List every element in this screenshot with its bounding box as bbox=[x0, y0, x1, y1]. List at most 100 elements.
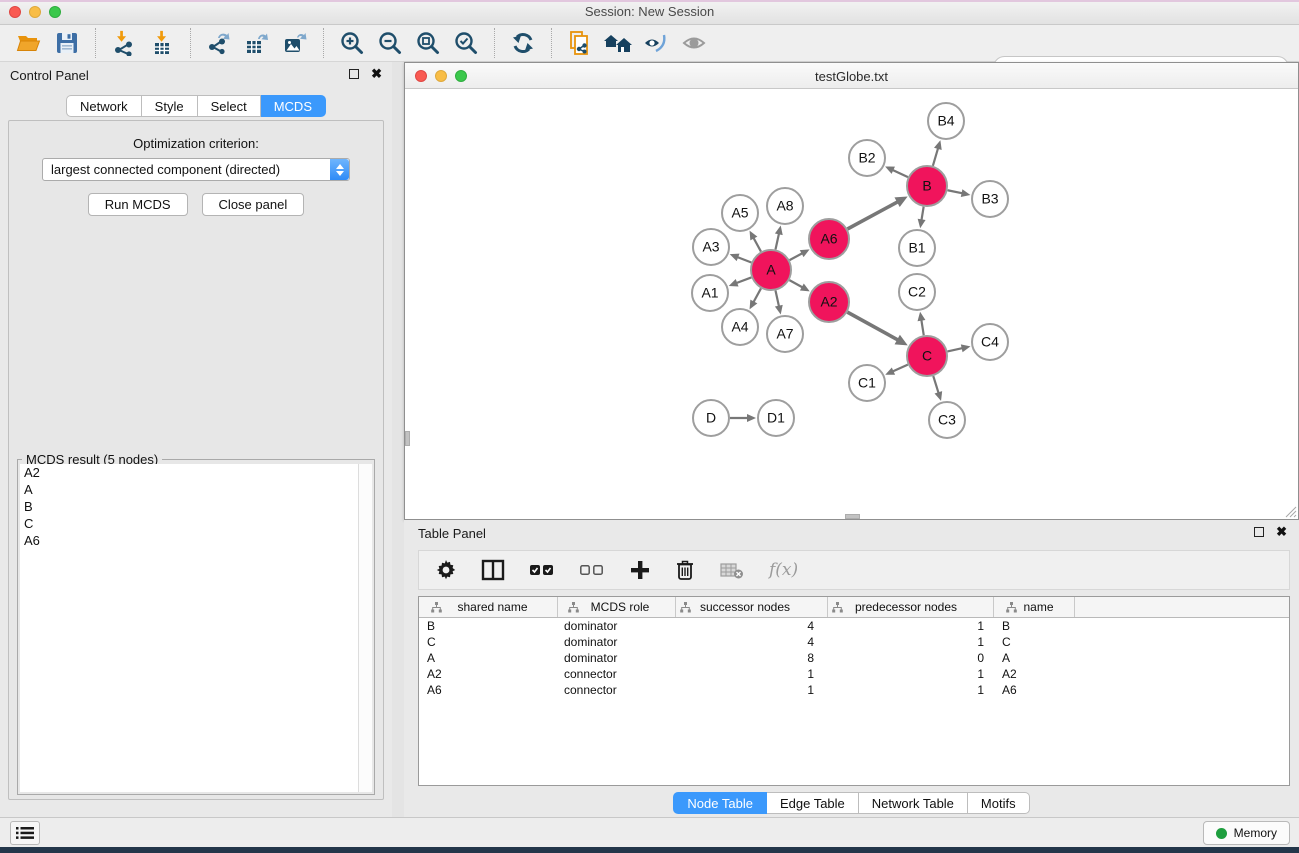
mcds-result-item[interactable]: A6 bbox=[20, 532, 358, 549]
table-row[interactable]: Cdominator41C bbox=[419, 634, 1289, 650]
table-cell[interactable]: 1 bbox=[828, 618, 994, 634]
zoom-out-icon[interactable] bbox=[375, 28, 405, 58]
graph-edge-A-A4[interactable] bbox=[753, 288, 761, 302]
graph-edge-A2-C[interactable] bbox=[847, 312, 898, 340]
network-from-file-icon[interactable] bbox=[565, 28, 595, 58]
table-row[interactable]: Bdominator41B bbox=[419, 618, 1289, 634]
zoom-fit-icon[interactable] bbox=[413, 28, 443, 58]
open-session-icon[interactable] bbox=[14, 28, 44, 58]
graph-edge-A-A5[interactable] bbox=[753, 238, 761, 252]
graph-edge-A6-B[interactable] bbox=[847, 202, 898, 229]
table-cell[interactable]: 1 bbox=[828, 682, 994, 698]
float-panel-icon[interactable] bbox=[349, 69, 359, 79]
tab-select[interactable]: Select bbox=[198, 95, 261, 117]
table-cell[interactable]: 1 bbox=[676, 682, 828, 698]
graph-edge-A-A6[interactable] bbox=[790, 253, 803, 260]
tab-mcds[interactable]: MCDS bbox=[261, 95, 326, 117]
tab-network-table[interactable]: Network Table bbox=[859, 792, 968, 814]
select-all-icon[interactable] bbox=[529, 557, 555, 583]
deselect-all-icon[interactable] bbox=[579, 557, 605, 583]
refresh-icon[interactable] bbox=[508, 28, 538, 58]
graph-edge-C-C4[interactable] bbox=[947, 348, 962, 351]
task-history-button[interactable] bbox=[10, 821, 40, 845]
table-cell[interactable]: connector bbox=[558, 682, 676, 698]
graph-edge-B-B3[interactable] bbox=[948, 190, 963, 193]
zoom-in-icon[interactable] bbox=[337, 28, 367, 58]
column-header-predecessor-nodes[interactable]: predecessor nodes bbox=[828, 597, 994, 617]
close-panel-icon[interactable]: ✖ bbox=[371, 69, 382, 79]
gear-icon[interactable] bbox=[435, 557, 457, 583]
delete-icon[interactable] bbox=[675, 557, 695, 583]
table-cell[interactable]: A2 bbox=[994, 666, 1075, 682]
mcds-result-item[interactable]: A2 bbox=[20, 464, 358, 481]
graph-edge-A-A8[interactable] bbox=[775, 233, 779, 249]
table-cell[interactable]: C bbox=[419, 634, 558, 650]
table-cell[interactable]: 4 bbox=[676, 634, 828, 650]
home-icon[interactable] bbox=[603, 28, 633, 58]
float-panel-icon[interactable] bbox=[1254, 527, 1264, 537]
table-cell[interactable]: dominator bbox=[558, 634, 676, 650]
tab-style[interactable]: Style bbox=[142, 95, 198, 117]
table-cell[interactable]: 1 bbox=[828, 634, 994, 650]
graph-edge-C-C3[interactable] bbox=[933, 376, 938, 393]
table-row[interactable]: A2connector11A2 bbox=[419, 666, 1289, 682]
graph-edge-A-A1[interactable] bbox=[736, 277, 751, 283]
tab-motifs[interactable]: Motifs bbox=[968, 792, 1030, 814]
graph-edge-C-C1[interactable] bbox=[893, 365, 908, 372]
graph-edge-B-B2[interactable] bbox=[892, 170, 908, 177]
import-table-icon[interactable] bbox=[147, 28, 177, 58]
column-header-name[interactable]: name bbox=[994, 597, 1075, 617]
table-cell[interactable]: C bbox=[994, 634, 1075, 650]
close-panel-button[interactable]: Close panel bbox=[202, 193, 305, 216]
mcds-list-scrollbar[interactable] bbox=[358, 464, 372, 792]
table-cell[interactable]: 1 bbox=[676, 666, 828, 682]
table-cell[interactable]: 1 bbox=[828, 666, 994, 682]
column-header-shared-name[interactable]: shared name bbox=[419, 597, 558, 617]
add-icon[interactable] bbox=[629, 557, 651, 583]
table-cell[interactable]: A bbox=[994, 650, 1075, 666]
export-network-icon[interactable] bbox=[204, 28, 234, 58]
table-cell[interactable]: A2 bbox=[419, 666, 558, 682]
mcds-result-list[interactable]: A2ABCA6 bbox=[20, 464, 358, 792]
close-panel-icon[interactable]: ✖ bbox=[1276, 527, 1287, 537]
resize-grip-icon[interactable] bbox=[1283, 504, 1297, 518]
import-network-icon[interactable] bbox=[109, 28, 139, 58]
zoom-selected-icon[interactable] bbox=[451, 28, 481, 58]
columns-icon[interactable] bbox=[481, 557, 505, 583]
mcds-result-item[interactable]: C bbox=[20, 515, 358, 532]
table-cell[interactable]: 4 bbox=[676, 618, 828, 634]
table-cell[interactable]: 8 bbox=[676, 650, 828, 666]
save-session-icon[interactable] bbox=[52, 28, 82, 58]
graph-edge-A-A2[interactable] bbox=[789, 280, 802, 287]
tab-edge-table[interactable]: Edge Table bbox=[767, 792, 859, 814]
export-image-icon[interactable] bbox=[280, 28, 310, 58]
table-cell[interactable]: dominator bbox=[558, 650, 676, 666]
graph-edge-A-A3[interactable] bbox=[737, 257, 751, 262]
export-table-icon[interactable] bbox=[242, 28, 272, 58]
table-row[interactable]: A6connector11A6 bbox=[419, 682, 1289, 698]
graph-edge-C-C2[interactable] bbox=[921, 320, 923, 336]
table-cell[interactable]: dominator bbox=[558, 618, 676, 634]
splitter-handle[interactable] bbox=[845, 514, 860, 519]
show-panel-icon[interactable] bbox=[679, 28, 709, 58]
column-header-mcds-role[interactable]: MCDS role bbox=[558, 597, 676, 617]
optimization-criterion-select[interactable]: largest connected component (directed) bbox=[42, 158, 350, 181]
graph-edge-B-B1[interactable] bbox=[921, 207, 923, 221]
mcds-result-item[interactable]: B bbox=[20, 498, 358, 515]
table-cell[interactable]: B bbox=[994, 618, 1075, 634]
network-window-titlebar[interactable]: testGlobe.txt bbox=[405, 63, 1298, 89]
network-canvas[interactable]: B4B2BB3B1A5A8A6A3AA1A2A4A7C2CC4C1C3DD1 bbox=[405, 89, 1298, 519]
table-cell[interactable]: B bbox=[419, 618, 558, 634]
table-cell[interactable]: A6 bbox=[994, 682, 1075, 698]
table-cell[interactable]: A6 bbox=[419, 682, 558, 698]
graph-edge-A-A7[interactable] bbox=[775, 291, 779, 307]
hide-panel-icon[interactable] bbox=[641, 28, 671, 58]
memory-button[interactable]: Memory bbox=[1203, 821, 1290, 845]
tab-node-table[interactable]: Node Table bbox=[673, 792, 767, 814]
column-header-successor-nodes[interactable]: successor nodes bbox=[676, 597, 828, 617]
table-row[interactable]: Adominator80A bbox=[419, 650, 1289, 666]
graph-edge-B-B4[interactable] bbox=[933, 148, 938, 166]
splitter-handle[interactable] bbox=[405, 431, 410, 446]
table-cell[interactable]: A bbox=[419, 650, 558, 666]
table-cell[interactable]: 0 bbox=[828, 650, 994, 666]
